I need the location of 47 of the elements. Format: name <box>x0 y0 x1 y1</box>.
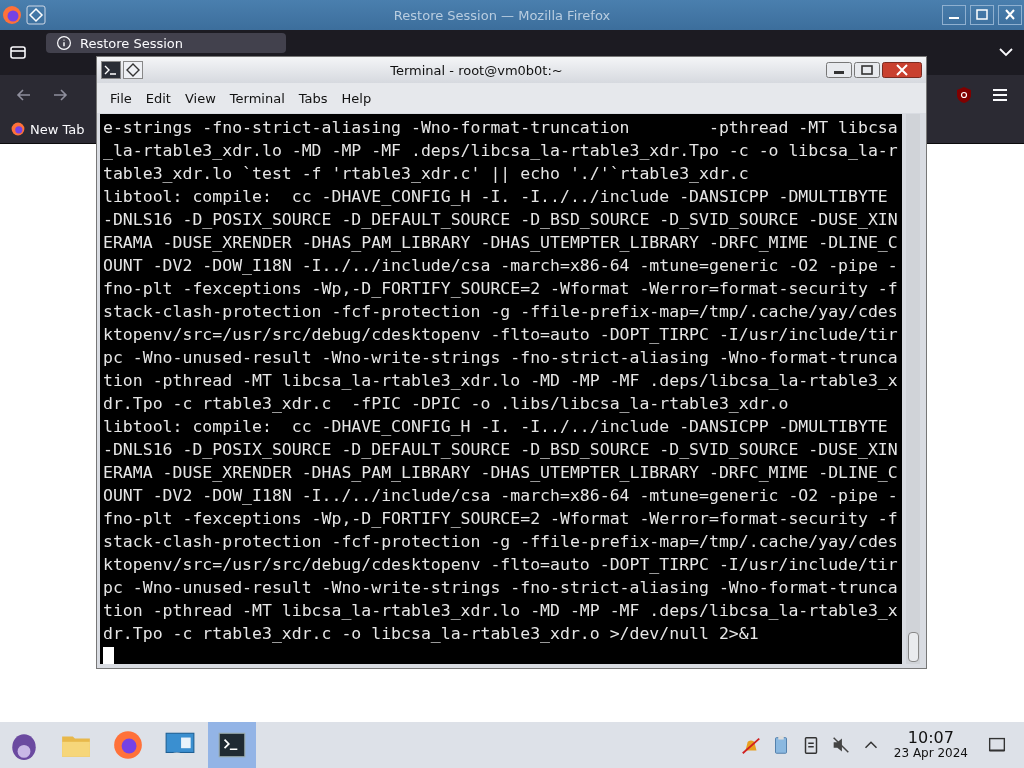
shield-icon[interactable] <box>954 85 974 105</box>
output-line: dr.Tpo -c rtable3_xdr.c -fPIC -DPIC -o .libs/libcsa_la-rtable3_xdr.o <box>103 393 790 415</box>
output-line: table3_xdr.lo `test -f 'rtable3_xdr.c' || echo './'`rtable3_xdr.c <box>103 163 750 185</box>
output-line: libtool: compile: cc -DHAVE_CONFIG_H -I. -I../../include -DANSICPP -DMULTIBYTE <box>103 416 889 438</box>
clock[interactable]: 10:07 23 Apr 2024 <box>893 730 968 760</box>
output-line: stack-clash-protection -fcf-protection -g -ffile-prefix-map=/tmp/.cache/yay/cdes <box>103 301 899 323</box>
output-line: ktopenv/src=/usr/src/debug/cdesktopenv -flto=auto -DOPT_TIRPC -I/usr/include/tir <box>103 554 899 576</box>
output-line: dr.Tpo -c rtable3_xdr.c -o libcsa_la-rtable3_xdr.o >/dev/null 2>&1 <box>103 623 760 645</box>
output-line: stack-clash-protection -fcf-protection -g -ffile-prefix-map=/tmp/.cache/yay/cdes <box>103 531 899 553</box>
diamond-icon[interactable] <box>123 61 143 79</box>
output-line: fno-plt -fexceptions -Wp,-D_FORTIFY_SOURCE=2 -Wformat -Werror=format-security -f <box>103 508 899 530</box>
menu-item[interactable]: Edit <box>138 88 178 108</box>
bookmark-item[interactable]: New Tab <box>10 121 85 137</box>
output-line: ERAMA -DUSE_XRENDER -DHAS_PAM_LIBRARY -DHAS_UTEMPTER_LIBRARY -DRFC_MIME -DLINE_C <box>103 232 899 254</box>
output-line: tion -pthread -MT libcsa_la-rtable3_xdr.lo -MD -MP -MF .deps/libcsa_la-rtable3_x <box>103 370 899 392</box>
output-line: e-strings -fno-strict-aliasing -Wno-format-truncation -pthread -MT libcsa <box>103 117 899 139</box>
close-icon[interactable] <box>882 62 922 78</box>
menu-item[interactable]: View <box>177 88 223 108</box>
menu-item[interactable]: File <box>103 88 139 108</box>
taskbar-app[interactable] <box>208 722 256 768</box>
window-title: Terminal - root@vm0b0t:~ <box>389 62 564 78</box>
menu-item[interactable]: Tabs <box>291 88 335 108</box>
output-line: -DNLS16 -D_POSIX_SOURCE -D_DEFAULT_SOURCE -D_BSD_SOURCE -D_SVID_SOURCE -DUSE_XIN <box>103 439 899 461</box>
minimize-icon[interactable] <box>826 62 852 78</box>
output-line: -DNLS16 -D_POSIX_SOURCE -D_DEFAULT_SOURCE -D_BSD_SOURCE -D_SVID_SOURCE -DUSE_XIN <box>103 209 899 231</box>
maximize-icon[interactable] <box>970 5 994 25</box>
output-line: OUNT -DV2 -DOW_I18N -I../../include/csa -march=x86-64 -mtune=generic -O2 -pipe - <box>103 255 899 277</box>
menu-item[interactable]: Help <box>334 88 379 108</box>
output-line: libtool: compile: cc -DHAVE_CONFIG_H -I. -I../../include -DANSICPP -DMULTIBYTE <box>103 186 889 208</box>
menu-item[interactable]: Terminal <box>222 88 292 108</box>
output-line: _la-rtable3_xdr.lo -MD -MP -MF .deps/libcsa_la-rtable3_xdr.Tpo -c -o libcsa_la-r <box>103 140 899 162</box>
terminal-icon[interactable] <box>101 61 121 79</box>
info-icon <box>56 35 72 51</box>
output-line: ERAMA -DUSE_XRENDER -DHAS_PAM_LIBRARY -DHAS_UTEMPTER_LIBRARY -DRFC_MIME -DLINE_C <box>103 462 899 484</box>
output-line: OUNT -DV2 -DOW_I18N -I../../include/csa -march=x86-64 -mtune=generic -O2 -pipe - <box>103 485 899 507</box>
output-line: pc -Wno-unused-result -Wno-write-strings -fno-strict-aliasing -Wno-format-trunca <box>103 347 899 369</box>
output-line: fno-plt -fexceptions -Wp,-D_FORTIFY_SOURCE=2 -Wformat -Werror=format-security -f <box>103 278 899 300</box>
output-line: tion -pthread -MT libcsa_la-rtable3_xdr.lo -MD -MP -MF .deps/libcsa_la-rtable3_x <box>103 600 899 622</box>
text-cursor <box>103 647 114 664</box>
maximize-icon[interactable] <box>854 62 880 78</box>
window-title: Restore Session — Mozilla Firefox <box>392 7 612 23</box>
scrollbar-thumb[interactable] <box>908 632 919 662</box>
output-line: ktopenv/src=/usr/src/debug/cdesktopenv -flto=auto -DOPT_TIRPC -I/usr/include/tir <box>103 324 899 346</box>
output-line: pc -Wno-unused-result -Wno-write-strings -fno-strict-aliasing -Wno-format-trunca <box>103 577 899 599</box>
close-icon[interactable] <box>998 5 1022 25</box>
minimize-icon[interactable] <box>942 5 966 25</box>
browser-tab[interactable]: Restore Session <box>46 33 286 53</box>
